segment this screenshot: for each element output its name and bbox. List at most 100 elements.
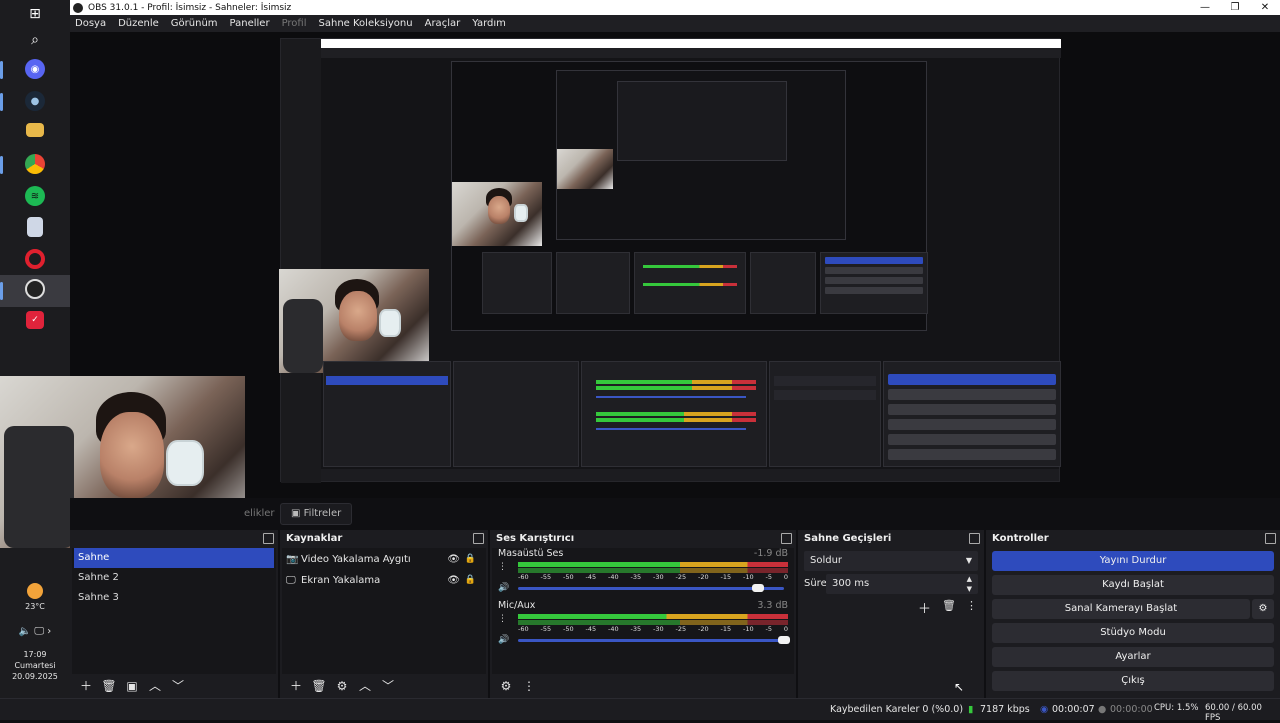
volume-slider-handle[interactable]: [778, 636, 790, 644]
controls-body: Yayını Durdur Kaydı Başlat Sanal Kameray…: [988, 548, 1278, 698]
remove-transition-icon[interactable]: 🗑: [942, 599, 956, 612]
visibility-eye-icon[interactable]: 👁: [447, 575, 460, 586]
steam-icon[interactable]: ●: [25, 91, 45, 111]
transition-select[interactable]: Soldur ▼: [804, 551, 978, 571]
menu-yardim[interactable]: Yardım: [472, 18, 506, 29]
move-up-icon[interactable]: ︿: [145, 677, 165, 695]
file-explorer-icon[interactable]: [26, 123, 44, 137]
move-down-icon[interactable]: ﹀: [168, 677, 188, 695]
obs-logo-icon: [73, 2, 83, 13]
lock-icon[interactable]: 🔒: [465, 554, 476, 564]
channel-menu-icon[interactable]: ⋮: [498, 614, 507, 624]
weather-icon[interactable]: [27, 583, 43, 599]
virtual-camera-settings-icon[interactable]: ⚙: [1252, 599, 1274, 619]
running-marker: [0, 93, 3, 111]
transition-menu-icon[interactable]: ⋮: [966, 599, 977, 612]
scene-filters-icon[interactable]: ▣: [122, 677, 142, 695]
discord-icon[interactable]: ◉: [25, 59, 45, 79]
meter-ticks: -60 -55 -50 -45 -40 -35 -30 -25 -20 -15 -10 -5 0: [518, 625, 788, 633]
mouse-cursor-icon: ↖: [954, 680, 965, 694]
source-item[interactable]: 🖵 Ekran Yakalama 👁 🔒: [286, 570, 482, 590]
running-marker: [0, 61, 3, 79]
nested-screen-capture: [279, 38, 1061, 483]
spotify-icon[interactable]: ≋: [25, 186, 45, 206]
dock-float-icon[interactable]: [781, 533, 792, 544]
menu-araclar[interactable]: Araçlar: [425, 18, 461, 29]
studio-mode-button[interactable]: Stüdyo Modu: [992, 623, 1274, 643]
dock-float-icon[interactable]: [969, 533, 980, 544]
scene-item[interactable]: Sahne 3: [74, 588, 274, 608]
dock-float-icon[interactable]: [473, 533, 484, 544]
close-button[interactable]: ✕: [1250, 0, 1280, 15]
add-scene-icon[interactable]: ＋: [76, 677, 96, 695]
tray-icons[interactable]: 🔈 🖵 ›: [0, 626, 70, 637]
clock-time[interactable]: 17:09: [0, 650, 70, 659]
bitrate-icon: ▮: [968, 704, 974, 715]
menu-gorunum[interactable]: Görünüm: [171, 18, 218, 29]
volume-slider-handle[interactable]: [752, 584, 764, 592]
volume-slider[interactable]: [518, 587, 784, 590]
controls-dock: Kontroller Yayını Durdur Kaydı Başlat Sa…: [986, 530, 1280, 698]
dock-float-icon[interactable]: [1265, 533, 1276, 544]
meter-ticks: -60 -55 -50 -45 -40 -35 -30 -25 -20 -15 -10 -5 0: [518, 573, 788, 581]
running-marker: [0, 282, 3, 300]
channel-db: 3.3 dB: [757, 600, 788, 611]
search-icon[interactable]: ⌕: [23, 28, 47, 52]
scene-item[interactable]: Sahne 2: [74, 568, 274, 588]
weather-temp: 23°C: [25, 602, 45, 611]
menu-duzenle[interactable]: Düzenle: [118, 18, 159, 29]
menu-profil[interactable]: Profil: [282, 18, 307, 29]
remove-source-icon[interactable]: 🗑: [309, 677, 329, 695]
scene-item[interactable]: Sahne: [74, 548, 274, 568]
app-icon[interactable]: ✓: [26, 311, 44, 329]
title-bar: OBS 31.0.1 - Profil: İsimsiz - Sahneler:…: [70, 0, 1280, 15]
stop-streaming-button[interactable]: Yayını Durdur: [992, 551, 1274, 571]
add-transition-icon[interactable]: ＋: [918, 598, 931, 617]
tab-filters[interactable]: ▣ Filtreler: [280, 503, 353, 525]
cpu-usage: CPU: 1.5%: [1154, 703, 1199, 713]
menu-sahne-koleksiyonu[interactable]: Sahne Koleksiyonu: [319, 18, 413, 29]
spin-arrows-icon[interactable]: ▲ ▼: [967, 574, 972, 594]
restore-button[interactable]: ❐: [1220, 0, 1250, 15]
controls-dock-header: Kontroller: [986, 530, 1280, 548]
calculator-icon[interactable]: [27, 217, 43, 237]
speaker-icon[interactable]: 🔊: [498, 635, 509, 645]
start-recording-button[interactable]: Kaydı Başlat: [992, 575, 1274, 595]
remove-scene-icon[interactable]: 🗑: [99, 677, 119, 695]
volume-slider[interactable]: [518, 639, 784, 642]
duration-spinbox[interactable]: 300 ms ▲ ▼: [826, 574, 978, 594]
start-virtual-camera-button[interactable]: Sanal Kamerayı Başlat: [992, 599, 1250, 619]
nested-preview-level3: [556, 70, 846, 240]
mixer-channel-mic: Mic/Aux 3.3 dB ⋮ -60 -55 -50 -45 -40 -35 -30 -2…: [498, 600, 790, 650]
minimize-button[interactable]: —: [1190, 0, 1220, 15]
source-settings-icon[interactable]: ⚙: [332, 677, 352, 695]
chrome-icon[interactable]: [25, 154, 45, 174]
visibility-eye-icon[interactable]: 👁: [447, 554, 460, 565]
channel-name: Mic/Aux: [498, 600, 536, 611]
nested-transitions-dock: [750, 252, 816, 314]
source-item[interactable]: 📷 Video Yakalama Aygıtı 👁 🔒: [286, 549, 482, 569]
advanced-audio-icon[interactable]: ⚙: [496, 677, 516, 695]
tab-properties[interactable]: elikler: [244, 503, 275, 525]
move-up-icon[interactable]: ︿: [355, 677, 375, 695]
move-down-icon[interactable]: ﹀: [378, 677, 398, 695]
exit-button[interactable]: Çıkış: [992, 671, 1274, 691]
settings-button[interactable]: Ayarlar: [992, 647, 1274, 667]
mixer-menu-icon[interactable]: ⋮: [519, 677, 539, 695]
channel-menu-icon[interactable]: ⋮: [498, 562, 507, 572]
dropped-frames: Kaybedilen Kareler 0 (%0.0): [830, 704, 964, 715]
menu-dosya[interactable]: Dosya: [75, 18, 106, 29]
add-source-icon[interactable]: ＋: [286, 677, 306, 695]
nested-preview-level2: [451, 61, 928, 331]
preview-canvas[interactable]: [0, 32, 1280, 548]
nested-l1-sources: [453, 361, 579, 467]
menu-paneller[interactable]: Paneller: [230, 18, 270, 29]
opera-icon[interactable]: [25, 249, 45, 269]
windows-icon[interactable]: ⊞: [23, 2, 47, 26]
window-title: OBS 31.0.1 - Profil: İsimsiz - Sahneler:…: [88, 2, 292, 13]
speaker-icon[interactable]: 🔊: [498, 583, 509, 593]
obs-icon[interactable]: [25, 279, 45, 299]
transitions-body: Soldur ▼ Süre 300 ms ▲ ▼ ＋ 🗑 ⋮ ↖: [800, 548, 982, 698]
lock-icon[interactable]: 🔒: [465, 575, 476, 585]
dock-float-icon[interactable]: [263, 533, 274, 544]
